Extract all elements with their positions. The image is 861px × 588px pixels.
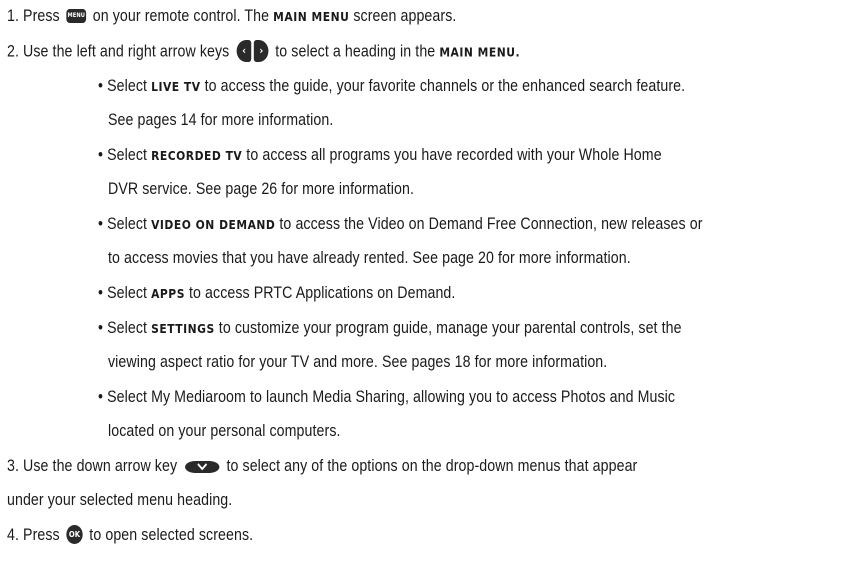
settings-keyword: SETTINGS	[151, 321, 215, 336]
ok-button-icon: OK	[66, 525, 83, 545]
bullet-text: to access the guide, your favorite chann…	[204, 77, 686, 95]
step-2-prefix: 2. Use the left and right arrow keys	[7, 42, 230, 61]
step-2-mid: to select a heading in the	[275, 42, 436, 61]
down-arrow-icon	[184, 460, 220, 473]
bullet-prefix: • Select	[98, 146, 148, 164]
bullet-settings-line-1: • Select SETTINGS to customize your prog…	[98, 318, 682, 339]
step-1-mid: on your remote control. The	[92, 7, 270, 25]
bullet-settings-line-2: viewing aspect ratio for your TV and mor…	[108, 353, 608, 371]
step-3-line-1: 3. Use the down arrow key to select any …	[7, 456, 637, 476]
recorded-tv-keyword: RECORDED TV	[151, 148, 243, 163]
main-menu-keyword: MAIN MENU	[273, 9, 350, 24]
bullet-prefix: • Select	[98, 215, 148, 233]
live-tv-keyword: LIVE TV	[151, 79, 201, 94]
bullet-apps-line-1: • Select APPS to access PRTC Application…	[98, 283, 455, 304]
bullet-text: to access PRTC Applications on Demand.	[188, 284, 456, 302]
bullet-text: to access the Video on Demand Free Conne…	[279, 215, 703, 233]
bullet-prefix: • Select	[98, 284, 148, 302]
bullet-recorded-tv-line-2: DVR service. See page 26 for more inform…	[108, 180, 415, 198]
step-4-suffix: to open selected screens.	[89, 526, 254, 544]
step-3-line-2: under your selected menu heading.	[7, 491, 233, 509]
step-1: 1. Press MENU on your remote control. Th…	[7, 6, 456, 27]
bullet-vod-line-1: • Select VIDEO ON DEMAND to access the V…	[98, 214, 703, 235]
apps-keyword: APPS	[151, 286, 185, 301]
bullet-live-tv-line-2: See pages 14 for more information.	[108, 111, 334, 129]
bullet-mediaroom-line-1: • Select My Mediaroom to launch Media Sh…	[98, 388, 676, 406]
video-on-demand-keyword: VIDEO ON DEMAND	[151, 217, 276, 232]
bullet-mediaroom-line-2: located on your personal computers.	[108, 422, 341, 440]
bullet-live-tv-line-1: • Select LIVE TV to access the guide, yo…	[98, 76, 685, 97]
step-4-prefix: 4. Press	[7, 526, 60, 544]
bullet-recorded-tv-line-1: • Select RECORDED TV to access all progr…	[98, 145, 662, 166]
step-1-suffix: screen appears.	[353, 7, 457, 25]
step-2: 2. Use the left and right arrow keys ‹ › …	[7, 40, 521, 63]
bullet-vod-line-2: to access movies that you have already r…	[108, 249, 631, 267]
left-arrow-icon: ‹	[236, 40, 252, 62]
bullet-prefix: • Select	[98, 319, 148, 337]
right-arrow-icon: ›	[254, 40, 269, 62]
bullet-prefix: • Select	[98, 77, 148, 95]
bullet-text: to customize your program guide, manage …	[218, 319, 682, 337]
bullet-text: to access all programs you have recorded…	[246, 146, 662, 164]
main-menu-keyword: MAIN MENU.	[439, 44, 521, 60]
menu-button-icon: MENU	[66, 8, 87, 23]
step-3-text: to select any of the options on the drop…	[226, 457, 638, 475]
step-4: 4. Press OK to open selected screens.	[7, 525, 253, 545]
step-1-prefix: 1. Press	[7, 7, 60, 25]
step-3-prefix: 3. Use the down arrow key	[7, 457, 178, 475]
